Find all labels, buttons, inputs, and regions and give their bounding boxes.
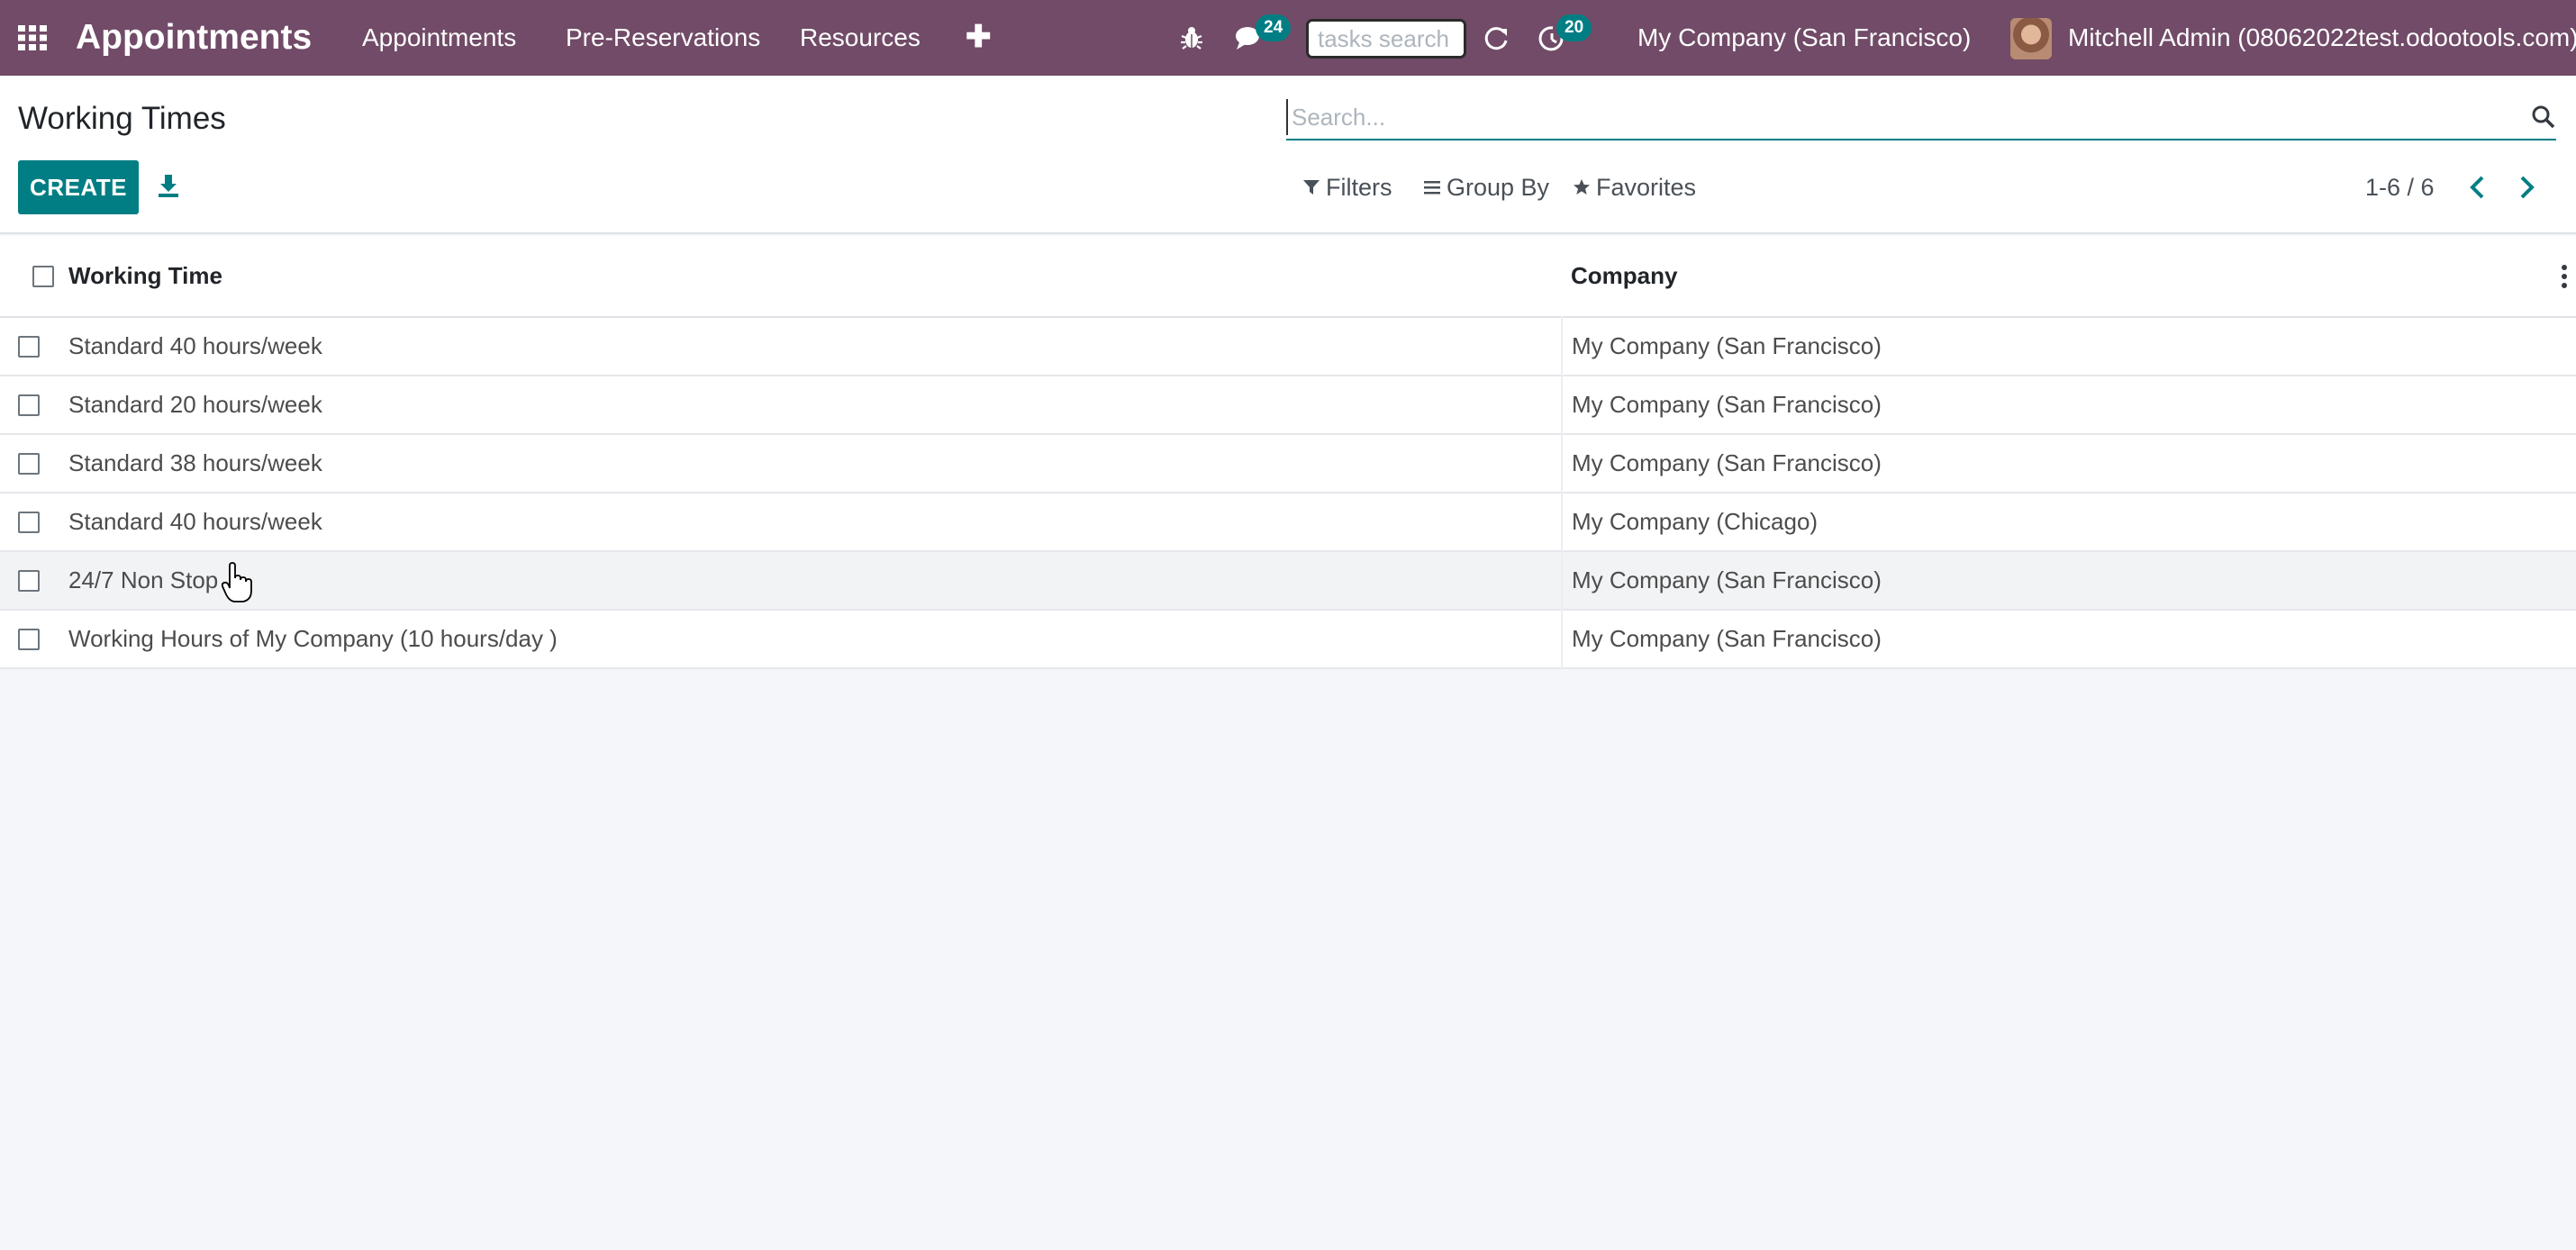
row-working-time[interactable]: Standard 38 hours/week: [68, 434, 1562, 493]
optional-columns-icon[interactable]: [2560, 263, 2569, 290]
app-title[interactable]: Appointments: [76, 0, 312, 76]
download-icon[interactable]: [157, 173, 180, 198]
select-all-checkbox[interactable]: [32, 265, 54, 287]
row-checkbox[interactable]: [18, 569, 40, 592]
row-checkbox[interactable]: [18, 394, 40, 416]
activity-badge: 20: [1556, 14, 1592, 41]
row-working-time[interactable]: 24/7 Non Stop: [68, 551, 1562, 610]
plus-icon[interactable]: ✚: [966, 22, 992, 52]
search-icon[interactable]: [2531, 104, 2556, 130]
avatar[interactable]: [2010, 18, 2052, 59]
create-button[interactable]: CREATE: [18, 160, 139, 214]
row-check-cell: [0, 434, 68, 493]
row-checkbox[interactable]: [18, 628, 40, 650]
filters-button[interactable]: Filters: [1302, 171, 1392, 204]
filter-icon: [1303, 180, 1320, 195]
row-company[interactable]: My Company (Chicago): [1561, 493, 2576, 551]
control-panel: Working Times CREATE Filters Group By Fa…: [0, 76, 2576, 234]
row-check-cell: [0, 317, 68, 376]
filters-label: Filters: [1326, 174, 1392, 201]
group-by-label: Group By: [1447, 174, 1550, 201]
row-check-cell: [0, 493, 68, 551]
row-check-cell: [0, 376, 68, 434]
table-header: Working Time Company: [0, 236, 2576, 317]
row-check-cell: [0, 551, 68, 610]
menu-pre-reservations[interactable]: Pre-Reservations: [566, 0, 760, 76]
row-company[interactable]: My Company (San Francisco): [1561, 551, 2576, 610]
row-company[interactable]: My Company (San Francisco): [1561, 376, 2576, 434]
row-working-time[interactable]: Standard 40 hours/week: [68, 493, 1562, 551]
apps-grid-icon[interactable]: [16, 23, 49, 52]
company-switcher[interactable]: My Company (San Francisco): [1637, 0, 1971, 76]
table-row[interactable]: Standard 40 hours/week My Company (Chica…: [0, 493, 2576, 551]
column-company[interactable]: Company: [1562, 236, 2576, 317]
menu-appointments[interactable]: Appointments: [362, 0, 516, 76]
table-row[interactable]: Working Hours of My Company (10 hours/da…: [0, 610, 2576, 668]
pager-value[interactable]: 1-6 / 6: [2365, 171, 2435, 204]
search-input[interactable]: [1286, 99, 2493, 135]
favorites-button[interactable]: Favorites: [1573, 171, 1696, 204]
select-all-cell: [0, 236, 68, 317]
group-by-button[interactable]: Group By: [1423, 171, 1549, 204]
table-row[interactable]: Standard 38 hours/week My Company (San F…: [0, 434, 2576, 493]
working-times-table: Working Time Company Standard 40 hours/w…: [0, 236, 2576, 669]
top-navbar: Appointments Appointments Pre-Reservatio…: [0, 0, 2576, 76]
pager-previous-icon[interactable]: [2464, 173, 2491, 202]
pager-next-icon[interactable]: [2513, 173, 2540, 202]
messages-badge: 24: [1256, 14, 1292, 41]
refresh-icon[interactable]: [1483, 25, 1510, 52]
search-bar: [1286, 94, 2556, 140]
column-working-time[interactable]: Working Time: [68, 236, 1562, 317]
table-row[interactable]: Standard 40 hours/week My Company (San F…: [0, 317, 2576, 376]
row-working-time[interactable]: Standard 20 hours/week: [68, 376, 1562, 434]
row-company[interactable]: My Company (San Francisco): [1561, 610, 2576, 668]
row-checkbox[interactable]: [18, 452, 40, 475]
row-check-cell: [0, 610, 68, 668]
star-icon: [1574, 179, 1590, 195]
row-company[interactable]: My Company (San Francisco): [1561, 434, 2576, 493]
row-working-time[interactable]: Working Hours of My Company (10 hours/da…: [68, 610, 1562, 668]
row-checkbox[interactable]: [18, 511, 40, 533]
menu-resources[interactable]: Resources: [800, 0, 921, 76]
table-row[interactable]: 24/7 Non Stop My Company (San Francisco): [0, 551, 2576, 610]
user-menu[interactable]: Mitchell Admin (08062022test.odootools.c…: [2068, 0, 2576, 76]
bars-icon: [1424, 181, 1440, 195]
page-title: Working Times: [18, 101, 226, 136]
bug-icon[interactable]: [1180, 25, 1203, 50]
table-row[interactable]: Standard 20 hours/week My Company (San F…: [0, 376, 2576, 434]
row-checkbox[interactable]: [18, 335, 40, 358]
tasks-search-input[interactable]: [1306, 19, 1466, 59]
row-working-time[interactable]: Standard 40 hours/week: [68, 317, 1562, 376]
row-company[interactable]: My Company (San Francisco): [1561, 317, 2576, 376]
favorites-label: Favorites: [1596, 174, 1697, 201]
